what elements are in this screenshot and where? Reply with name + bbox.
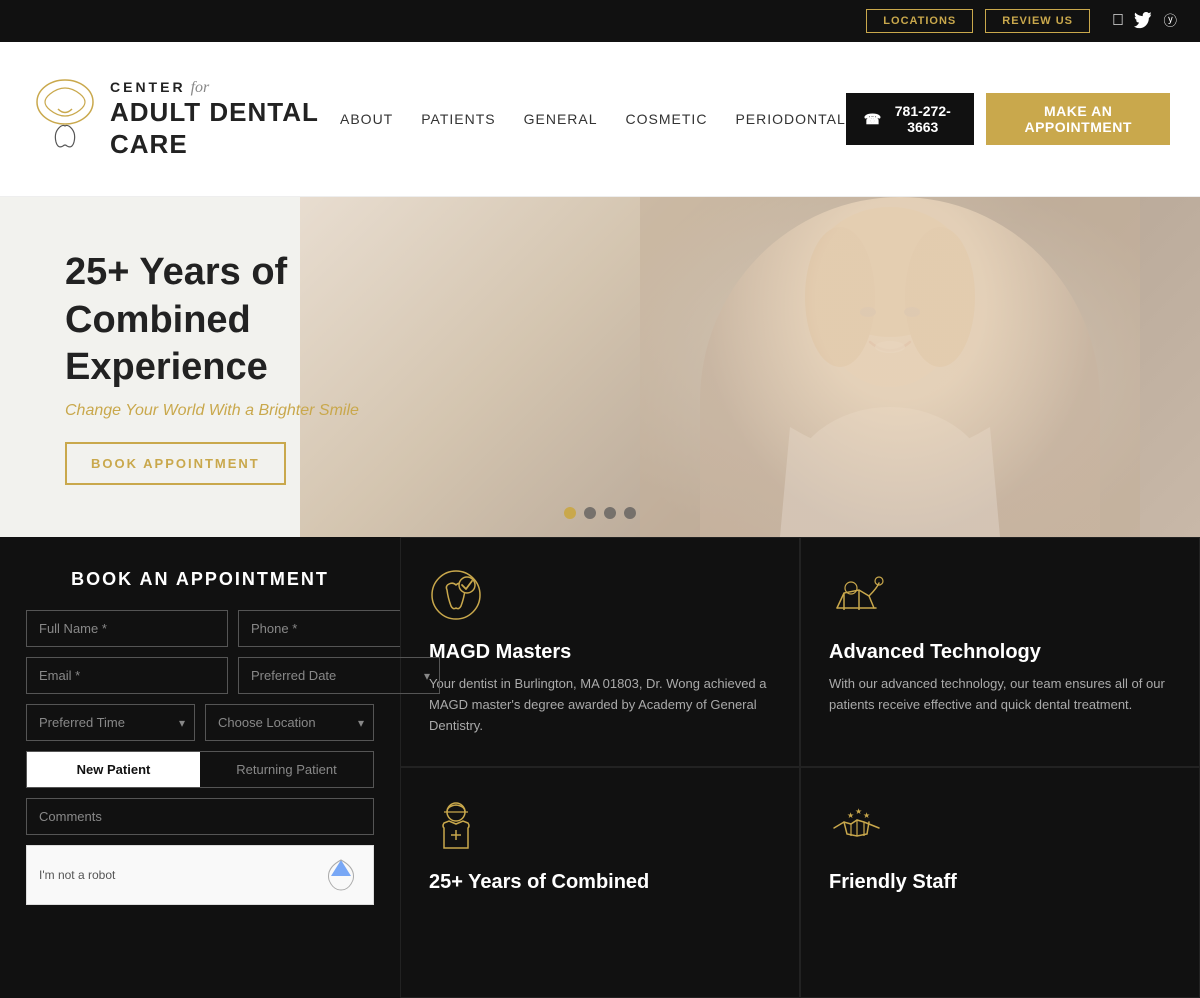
dentist-person-icon xyxy=(429,798,484,853)
patient-toggle: New Patient Returning Patient xyxy=(26,751,374,788)
locations-button[interactable]: LOCATIONS xyxy=(866,9,973,33)
form-row-name-phone xyxy=(26,610,374,647)
cards-area: MAGD Masters Your dentist in Burlington,… xyxy=(400,537,1200,998)
card-magd-title: MAGD Masters xyxy=(429,641,771,664)
svg-text:★: ★ xyxy=(855,807,862,816)
phone-number: 781-272-3663 xyxy=(889,103,956,135)
social-icons:  ⓨ xyxy=(1112,12,1180,30)
card-staff: ★ ★ ★ Friendly Staff xyxy=(800,767,1200,997)
header: CENTER for ADULT DENTAL CARE ABOUT PATIE… xyxy=(0,42,1200,197)
choose-location-wrapper: Choose Location Burlington, MA xyxy=(205,704,374,741)
card-years-title: 25+ Years of Combined xyxy=(429,871,771,894)
logo-center: CENTER xyxy=(110,79,186,96)
email-input[interactable] xyxy=(26,657,228,694)
returning-patient-button[interactable]: Returning Patient xyxy=(200,752,373,787)
logo-care: CARE xyxy=(110,129,319,160)
card-tech-title: Advanced Technology xyxy=(829,641,1171,664)
comments-input[interactable] xyxy=(26,798,374,835)
slide-dot-2[interactable] xyxy=(584,507,596,519)
review-button[interactable]: REVIEW US xyxy=(985,9,1090,33)
captcha-box[interactable]: I'm not a robot xyxy=(26,845,374,905)
form-title: BOOK AN APPOINTMENT xyxy=(26,569,374,590)
card-staff-title: Friendly Staff xyxy=(829,871,1171,894)
slider-dots xyxy=(564,507,636,519)
make-appointment-button[interactable]: MAKE AN APPOINTMENT xyxy=(986,93,1170,145)
card-tech-desc: With our advanced technology, our team e… xyxy=(829,674,1171,716)
slide-dot-4[interactable] xyxy=(624,507,636,519)
preferred-date-input[interactable] xyxy=(238,657,440,694)
logo-area: CENTER for ADULT DENTAL CARE xyxy=(30,74,340,164)
main-nav: ABOUT PATIENTS GENERAL COSMETIC PERIODON… xyxy=(340,111,846,127)
twitter-icon[interactable] xyxy=(1134,12,1152,30)
choose-location-select[interactable]: Choose Location Burlington, MA xyxy=(205,704,374,741)
logo-icon xyxy=(30,74,100,164)
preferred-date-wrapper xyxy=(238,657,440,694)
logo-adult: ADULT DENTAL xyxy=(110,97,319,128)
facebook-icon[interactable]:  xyxy=(1112,12,1124,30)
nav-cosmetic[interactable]: COSMETIC xyxy=(626,111,708,127)
lower-section: BOOK AN APPOINTMENT Preferred Time Morni… xyxy=(0,537,1200,998)
handshake-icon: ★ ★ ★ xyxy=(829,798,884,853)
yelp-icon[interactable]: ⓨ xyxy=(1162,12,1180,30)
new-patient-button[interactable]: New Patient xyxy=(27,752,200,787)
hero-subtitle: Change Your World With a Brighter Smile xyxy=(65,402,445,420)
top-bar: LOCATIONS REVIEW US  ⓨ xyxy=(0,0,1200,42)
nav-patients[interactable]: PATIENTS xyxy=(421,111,495,127)
slide-dot-3[interactable] xyxy=(604,507,616,519)
preferred-time-select[interactable]: Preferred Time Morning Afternoon Evening xyxy=(26,704,195,741)
form-row-time-location: Preferred Time Morning Afternoon Evening… xyxy=(26,704,374,741)
nav-periodontal[interactable]: PERIODONTAL xyxy=(735,111,845,127)
svg-text:★: ★ xyxy=(863,811,870,820)
preferred-time-wrapper: Preferred Time Morning Afternoon Evening xyxy=(26,704,195,741)
hero-title: 25+ Years of Combined Experience xyxy=(65,249,445,392)
card-magd-desc: Your dentist in Burlington, MA 01803, Dr… xyxy=(429,674,771,736)
book-appointment-button[interactable]: BOOK APPOINTMENT xyxy=(65,442,286,485)
card-tech: Advanced Technology With our advanced te… xyxy=(800,537,1200,767)
svg-text:ⓨ: ⓨ xyxy=(1164,14,1178,29)
hero-content: 25+ Years of Combined Experience Change … xyxy=(0,249,445,485)
card-years: 25+ Years of Combined xyxy=(400,767,800,997)
nav-about[interactable]: ABOUT xyxy=(340,111,393,127)
slide-dot-1[interactable] xyxy=(564,507,576,519)
phone-icon: ☎ xyxy=(864,111,881,128)
svg-text:★: ★ xyxy=(847,811,854,820)
logo-for: for xyxy=(191,78,210,97)
appointment-form-panel: BOOK AN APPOINTMENT Preferred Time Morni… xyxy=(0,537,400,998)
nav-general[interactable]: GENERAL xyxy=(524,111,598,127)
dental-chair-icon xyxy=(829,568,884,623)
form-row-email-date xyxy=(26,657,374,694)
logo-text: CENTER for ADULT DENTAL CARE xyxy=(110,78,319,160)
full-name-input[interactable] xyxy=(26,610,228,647)
tooth-check-icon xyxy=(429,568,484,623)
card-magd: MAGD Masters Your dentist in Burlington,… xyxy=(400,537,800,767)
phone-button[interactable]: ☎ 781-272-3663 xyxy=(846,93,975,145)
captcha-label: I'm not a robot xyxy=(39,868,115,882)
hero-section: 25+ Years of Combined Experience Change … xyxy=(0,197,1200,537)
header-right: ☎ 781-272-3663 MAKE AN APPOINTMENT xyxy=(846,93,1170,145)
recaptcha-logo xyxy=(321,858,361,893)
